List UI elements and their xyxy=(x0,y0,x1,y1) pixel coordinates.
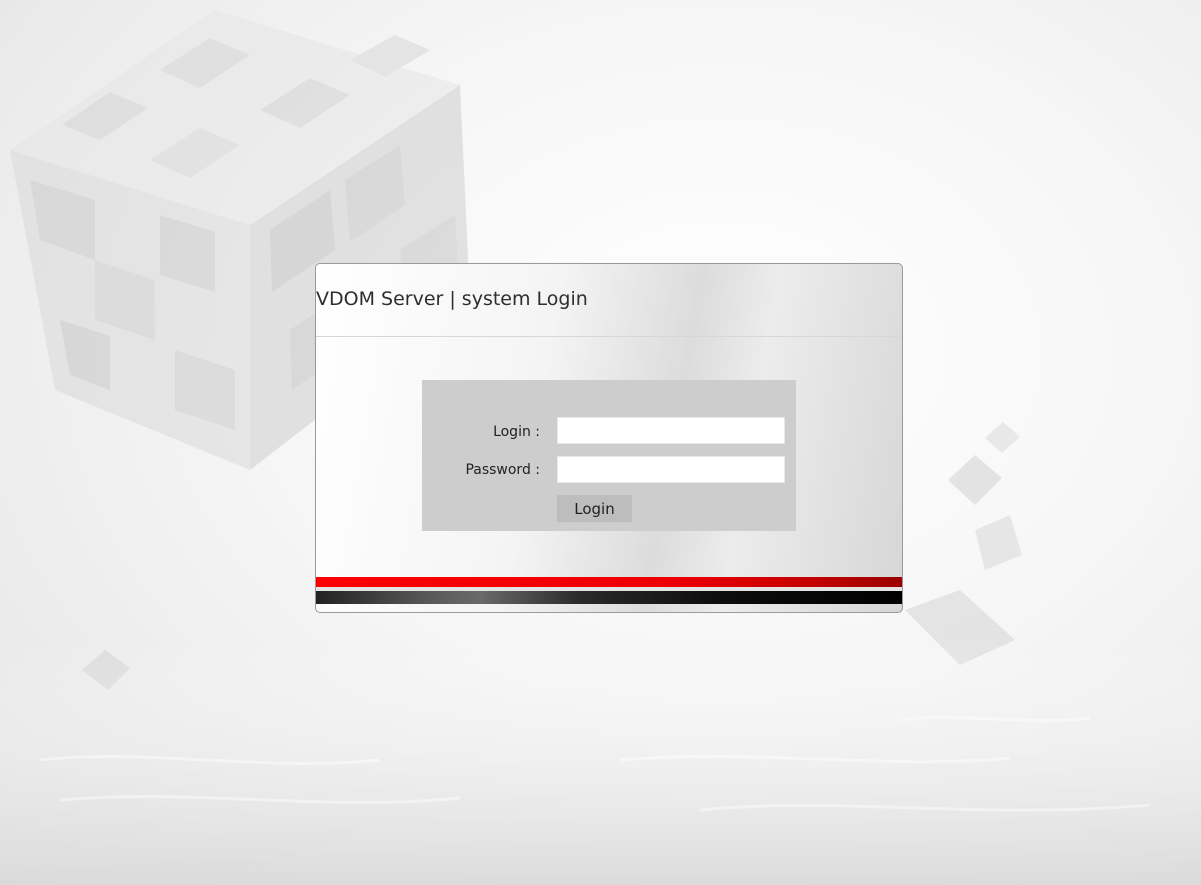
page-title: VDOM Server | system Login xyxy=(316,288,588,310)
panel-header: VDOM Server | system Login xyxy=(316,264,902,337)
login-button[interactable]: Login xyxy=(557,495,632,522)
password-label: Password : xyxy=(465,462,540,478)
password-input[interactable] xyxy=(557,456,785,483)
login-form: Login : Password : Login xyxy=(422,380,796,531)
login-label: Login : xyxy=(493,424,540,440)
login-input[interactable] xyxy=(557,417,785,444)
red-stripe xyxy=(316,577,902,587)
dark-stripe xyxy=(316,591,902,604)
login-panel: VDOM Server | system Login Login : Passw… xyxy=(315,263,903,613)
